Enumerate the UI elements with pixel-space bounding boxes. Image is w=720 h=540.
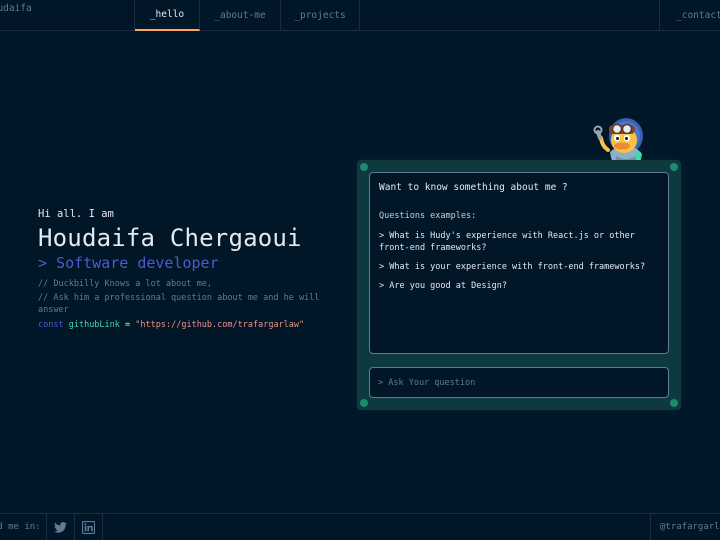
- chat-messages: Want to know something about me ? Questi…: [369, 172, 669, 354]
- ask-question-input[interactable]: [369, 367, 669, 398]
- hero-intro: Hi all. I am Houdaifa Chergaoui > Softwa…: [38, 208, 338, 330]
- question-example[interactable]: > What is your experience with front-end…: [379, 261, 659, 273]
- greeting-text: Hi all. I am: [38, 208, 114, 220]
- linkedin-link[interactable]: [75, 514, 103, 540]
- chat-panel: Want to know something about me ? Questi…: [357, 160, 681, 410]
- tab-contact-me[interactable]: _contact-me: [659, 0, 720, 30]
- top-nav: houdaifa _hello _about-me _projects _con…: [0, 0, 720, 31]
- github-link-code: const githubLink = "https://github.com/t…: [38, 320, 338, 330]
- question-example[interactable]: > What is Hudy's experience with React.j…: [379, 230, 659, 254]
- footer-spacer: [103, 514, 650, 540]
- tab-projects[interactable]: _projects: [281, 0, 360, 30]
- linkedin-icon: [82, 520, 95, 534]
- github-handle[interactable]: @trafargarlaw: [650, 514, 720, 540]
- twitter-icon: [54, 521, 67, 533]
- developer-role: > Software developer: [38, 254, 219, 272]
- corner-bolt-icon: [360, 399, 368, 407]
- footer: find me in: @trafargarlaw: [0, 513, 720, 540]
- code-equals: =: [125, 320, 131, 330]
- find-me-label: find me in:: [0, 514, 47, 540]
- corner-bolt-icon: [670, 399, 678, 407]
- chat-title: Want to know something about me ?: [379, 182, 568, 193]
- tab-about-me[interactable]: _about-me: [200, 0, 281, 30]
- code-comment: // Duckbilly Knows a lot about me,: [38, 279, 212, 289]
- twitter-link[interactable]: [47, 514, 75, 540]
- code-comment: // Ask him a professional question about…: [38, 293, 320, 315]
- chat-subtitle: Questions examples:: [379, 211, 477, 221]
- corner-bolt-icon: [360, 163, 368, 171]
- developer-name: Houdaifa Chergaoui: [38, 224, 302, 252]
- code-variable: githubLink: [68, 320, 120, 330]
- github-link[interactable]: "https://github.com/trafargarlaw": [135, 320, 304, 330]
- tab-hello[interactable]: _hello: [135, 0, 200, 31]
- question-example[interactable]: > Are you good at Design?: [379, 280, 659, 292]
- corner-bolt-icon: [670, 163, 678, 171]
- code-keyword: const: [38, 320, 64, 330]
- brand-name[interactable]: houdaifa: [0, 0, 135, 30]
